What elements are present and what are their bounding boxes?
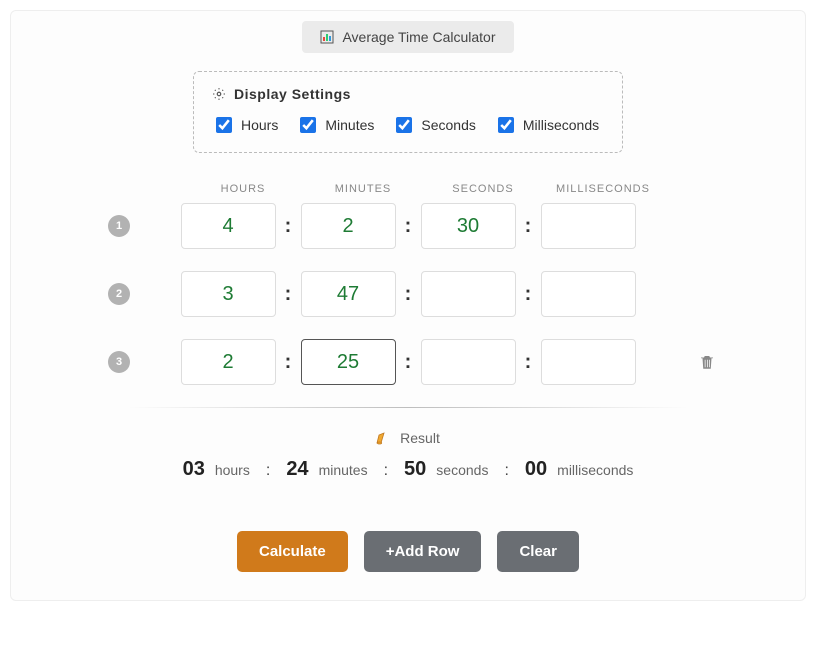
option-minutes-label: Minutes bbox=[325, 117, 374, 133]
cake-icon bbox=[376, 431, 392, 445]
milliseconds-input[interactable] bbox=[541, 203, 636, 249]
time-separator: : bbox=[276, 351, 301, 374]
result-milliseconds-value: 00 bbox=[525, 458, 547, 481]
time-grid: HOURS MINUTES SECONDS MILLISECONDS 1:::2… bbox=[138, 183, 678, 385]
time-separator: : bbox=[276, 215, 301, 238]
result-heading: Result bbox=[400, 430, 440, 446]
option-milliseconds-label: Milliseconds bbox=[523, 117, 599, 133]
row-badge: 3 bbox=[108, 351, 130, 373]
time-separator: : bbox=[276, 283, 301, 306]
result-line: 03 hours : 24 minutes : 50 seconds : 00 … bbox=[31, 458, 785, 481]
seconds-input[interactable] bbox=[421, 339, 516, 385]
milliseconds-input[interactable] bbox=[541, 339, 636, 385]
time-row: 2::: bbox=[138, 271, 678, 317]
result-sep: : bbox=[384, 462, 388, 480]
checkbox-milliseconds[interactable] bbox=[498, 117, 514, 133]
row-badge: 1 bbox=[108, 215, 130, 237]
option-seconds-label: Seconds bbox=[421, 117, 475, 133]
hours-input[interactable] bbox=[181, 339, 276, 385]
app-title-pill: Average Time Calculator bbox=[302, 21, 513, 53]
settings-heading-row: Display Settings bbox=[212, 86, 604, 102]
time-separator: : bbox=[396, 351, 421, 374]
display-settings-box: Display Settings Hours Minutes Seconds M… bbox=[193, 71, 623, 153]
header-milliseconds: MILLISECONDS bbox=[556, 183, 651, 195]
result-seconds-value: 50 bbox=[404, 458, 426, 481]
time-separator: : bbox=[396, 215, 421, 238]
column-headers: HOURS MINUTES SECONDS MILLISECONDS bbox=[138, 183, 678, 195]
seconds-input[interactable] bbox=[421, 203, 516, 249]
result-sep: : bbox=[266, 462, 270, 480]
minutes-input[interactable] bbox=[301, 339, 396, 385]
settings-options: Hours Minutes Seconds Milliseconds bbox=[212, 114, 604, 136]
time-separator: : bbox=[396, 283, 421, 306]
checkbox-seconds[interactable] bbox=[396, 117, 412, 133]
option-hours-label: Hours bbox=[241, 117, 278, 133]
result-sep: : bbox=[504, 462, 508, 480]
result-hours-value: 03 bbox=[183, 458, 205, 481]
hours-input[interactable] bbox=[181, 271, 276, 317]
calculate-button[interactable]: Calculate bbox=[237, 531, 348, 572]
result-minutes-value: 24 bbox=[286, 458, 308, 481]
checkbox-minutes[interactable] bbox=[300, 117, 316, 133]
time-separator: : bbox=[516, 215, 541, 238]
calculator-card: Average Time Calculator Display Settings… bbox=[10, 10, 806, 601]
app-title: Average Time Calculator bbox=[342, 29, 495, 45]
result-seconds-unit: seconds bbox=[436, 462, 488, 478]
header-hours: HOURS bbox=[196, 183, 291, 195]
milliseconds-input[interactable] bbox=[541, 271, 636, 317]
result-minutes-unit: minutes bbox=[319, 462, 368, 478]
header-seconds: SECONDS bbox=[436, 183, 531, 195]
header-minutes: MINUTES bbox=[316, 183, 411, 195]
settings-heading: Display Settings bbox=[234, 86, 351, 102]
time-separator: : bbox=[516, 351, 541, 374]
seconds-input[interactable] bbox=[421, 271, 516, 317]
button-row: Calculate +Add Row Clear bbox=[31, 531, 785, 572]
trash-icon[interactable] bbox=[698, 352, 716, 372]
gear-icon bbox=[212, 87, 226, 101]
option-milliseconds[interactable]: Milliseconds bbox=[494, 114, 599, 136]
option-minutes[interactable]: Minutes bbox=[296, 114, 374, 136]
result-milliseconds-unit: milliseconds bbox=[557, 462, 633, 478]
row-badge: 2 bbox=[108, 283, 130, 305]
divider bbox=[128, 407, 688, 408]
result-heading-row: Result bbox=[31, 430, 785, 446]
time-separator: : bbox=[516, 283, 541, 306]
chart-icon bbox=[320, 30, 334, 44]
hours-input[interactable] bbox=[181, 203, 276, 249]
clear-button[interactable]: Clear bbox=[497, 531, 579, 572]
checkbox-hours[interactable] bbox=[216, 117, 232, 133]
add-row-button[interactable]: +Add Row bbox=[364, 531, 482, 572]
time-row: 1::: bbox=[138, 203, 678, 249]
minutes-input[interactable] bbox=[301, 271, 396, 317]
option-seconds[interactable]: Seconds bbox=[392, 114, 475, 136]
option-hours[interactable]: Hours bbox=[212, 114, 278, 136]
result-hours-unit: hours bbox=[215, 462, 250, 478]
time-row: 3::: bbox=[138, 339, 678, 385]
minutes-input[interactable] bbox=[301, 203, 396, 249]
